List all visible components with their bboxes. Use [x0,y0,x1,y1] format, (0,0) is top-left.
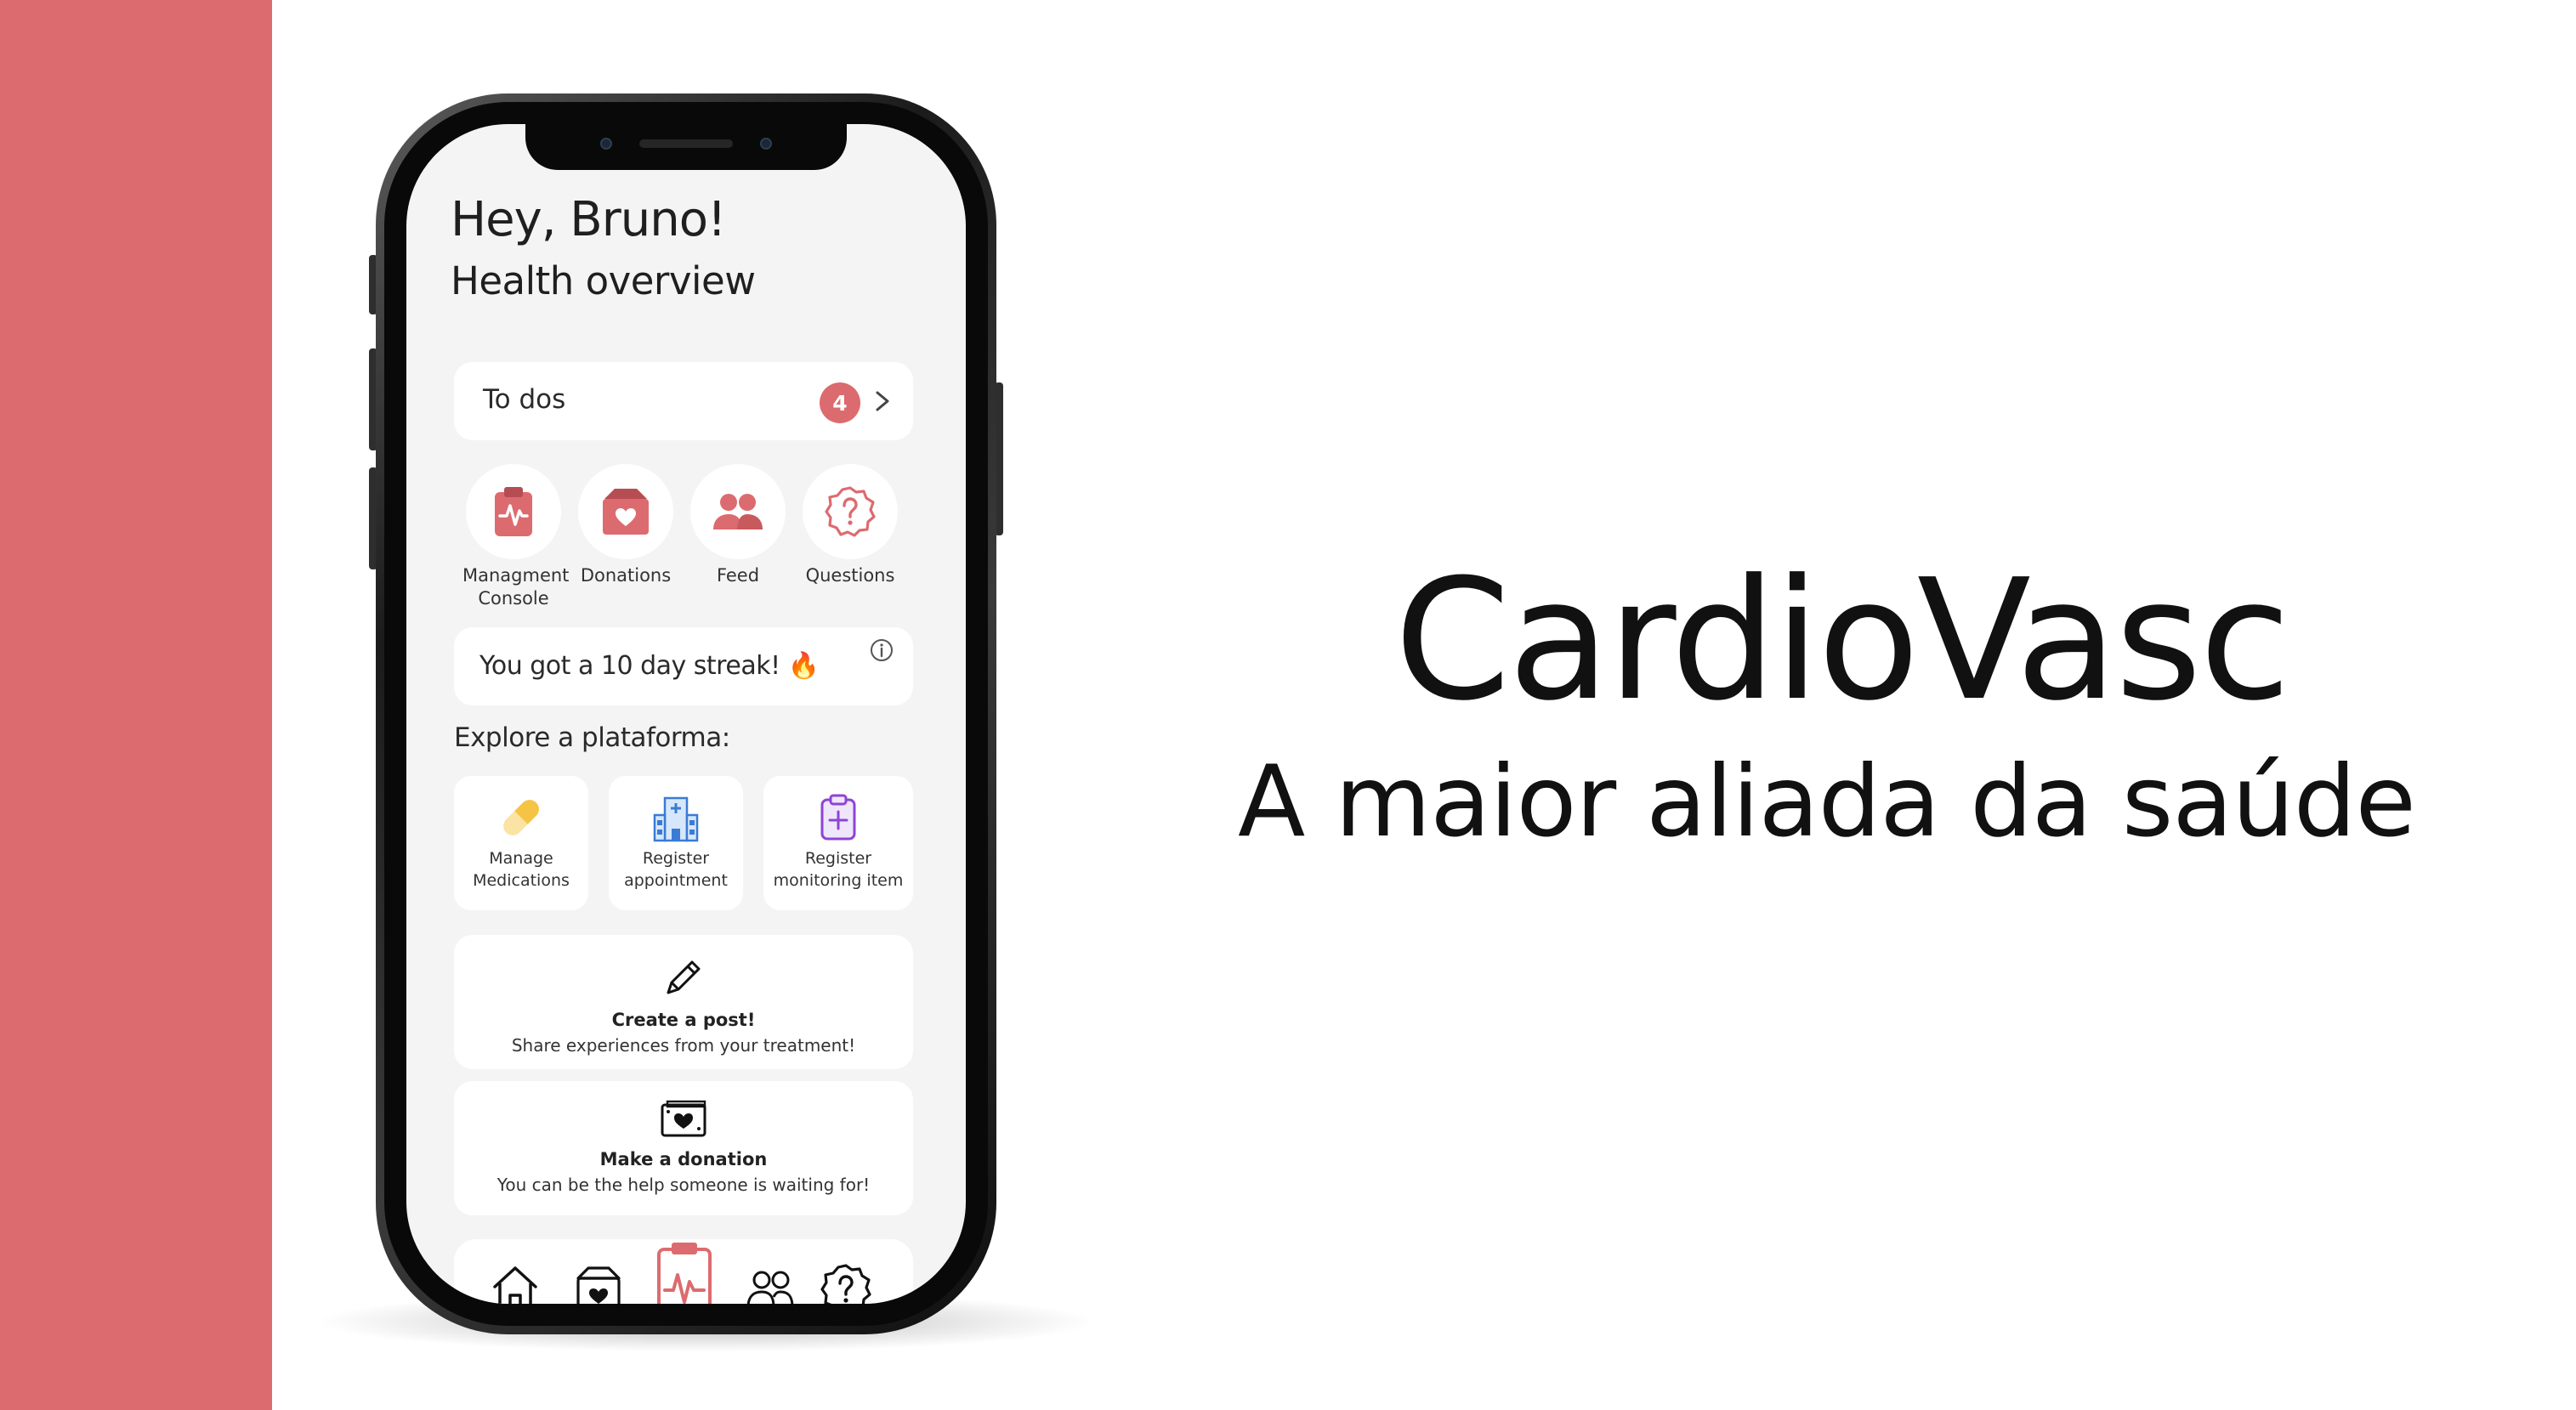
quick-action-donations[interactable]: Donations [575,464,677,587]
quick-action-questions[interactable]: Questions [799,464,901,587]
brand-name: CardioVasc [1394,544,2291,738]
explore-heading: Explore a plataforma: [454,722,730,753]
phone-bezel: Hey, Bruno! Health overview To dos 4 Man… [384,102,988,1326]
quick-action-feed[interactable]: Feed [687,464,789,587]
clipboard-heartbeat-icon [495,487,532,536]
quick-action-circle [466,464,561,559]
chevron-right-icon [876,391,889,411]
quick-action-label: Managment Console [462,565,570,609]
tile-manage-medications[interactable]: Manage Medications [454,776,588,910]
brand-tagline: A maior aliada da saúde [1238,745,2416,859]
phone-notch [525,124,847,170]
create-post-title: Create a post! [611,1010,756,1030]
camera-icon [600,138,612,150]
info-icon[interactable] [869,637,894,663]
speaker-grille [639,139,733,148]
page-title: Health overview [451,258,756,303]
donation-box-icon[interactable] [573,1263,624,1304]
tile-register-appointment[interactable]: Register appointment [609,776,743,910]
app-screen: Hey, Bruno! Health overview To dos 4 Man… [406,124,966,1304]
bottom-nav [454,1239,913,1304]
tile-label: Manage Medications [473,849,570,890]
accent-band [0,0,272,1410]
quick-action-circle [803,464,898,559]
make-donation-card[interactable]: Make a donation You can be the help some… [454,1081,913,1215]
question-badge-icon [825,486,876,537]
create-post-description: Share experiences from your treatment! [511,1035,856,1056]
question-badge-icon[interactable] [820,1263,872,1304]
sensor-icon [760,138,772,150]
quick-action-management-console[interactable]: Managment Console [462,464,570,610]
pill-icon [503,800,539,835]
quick-action-circle [690,464,786,559]
todo-card[interactable]: To dos 4 [454,362,913,440]
people-icon[interactable] [743,1263,797,1304]
pencil-icon [667,960,701,994]
quick-action-label: Feed [716,565,760,586]
tile-label: Register appointment [624,849,728,890]
tile-register-monitoring-item[interactable]: Register monitoring item [763,776,913,910]
donation-box-icon [603,489,649,535]
hospital-icon [653,796,699,842]
streak-card[interactable]: You got a 10 day streak! 🔥 [454,627,913,705]
quick-action-label: Questions [805,565,895,586]
phone-mockup: Hey, Bruno! Health overview To dos 4 Man… [376,93,996,1334]
clipboard-heartbeat-icon[interactable] [655,1241,714,1304]
todo-label: To dos [483,384,566,415]
money-heart-icon [661,1100,706,1137]
clipboard-plus-icon [820,794,856,841]
quick-action-label: Donations [580,565,672,586]
people-icon [713,494,763,529]
make-donation-title: Make a donation [599,1149,768,1169]
create-post-card[interactable]: Create a post! Share experiences from yo… [454,935,913,1069]
streak-text: You got a 10 day streak! 🔥 [479,651,820,681]
make-donation-description: You can be the help someone is waiting f… [496,1175,871,1195]
tile-label: Register monitoring item [773,849,904,890]
greeting: Hey, Bruno! [451,192,726,247]
home-icon[interactable] [490,1263,541,1304]
quick-action-circle [578,464,673,559]
slide: Hey, Bruno! Health overview To dos 4 Man… [0,0,2576,1410]
todo-count-badge: 4 [820,382,860,423]
